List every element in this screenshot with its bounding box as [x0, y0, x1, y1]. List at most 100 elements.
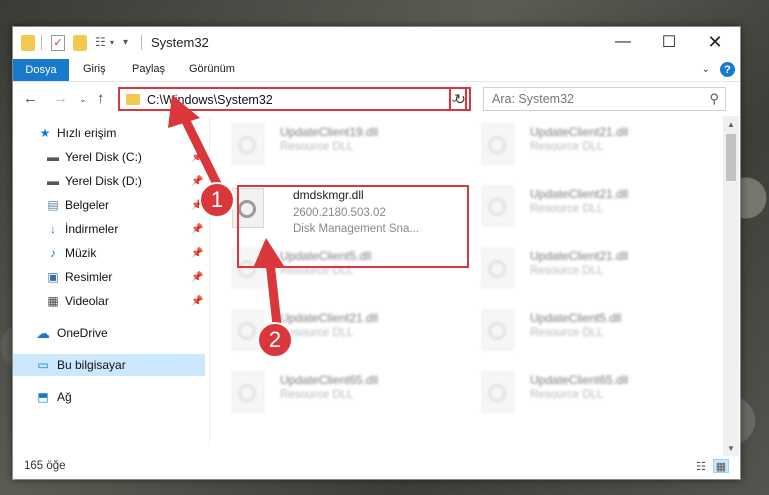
- file-name: UpdateClient65.dll: [280, 373, 379, 387]
- maximize-button[interactable]: ☐: [646, 27, 692, 57]
- file-explorer-window: ✓ ☷ ▾ ▾ System32 — ☐ ✕ Dosya Giriş Payla…: [12, 26, 741, 480]
- sidebar-item-pictures[interactable]: ▣ Resimler 📌: [13, 266, 205, 288]
- file-description: Resource DLL: [530, 141, 604, 153]
- music-icon: ♪: [50, 246, 56, 260]
- drive-icon: ▬: [47, 150, 59, 164]
- computer-icon: ▭: [37, 358, 49, 372]
- pin-icon[interactable]: 📌: [191, 224, 203, 235]
- sidebar-item-music[interactable]: ♪ Müzik 📌: [13, 242, 205, 264]
- back-button[interactable]: ←: [23, 90, 38, 107]
- search-icon[interactable]: ⚲: [709, 91, 719, 107]
- file-tile[interactable]: UpdateClient19.dll Resource DLL: [218, 116, 458, 172]
- file-tile[interactable]: UpdateClient21.dll Resource DLL: [218, 302, 458, 358]
- step-badge-2: 2: [257, 322, 293, 358]
- title-bar: ✓ ☷ ▾ ▾ System32 — ☐ ✕: [13, 27, 740, 59]
- dll-file-icon: [482, 248, 514, 288]
- recent-locations-icon[interactable]: ⌄: [79, 94, 87, 105]
- sidebar-item-onedrive[interactable]: ☁ OneDrive: [13, 322, 205, 344]
- scroll-down-icon[interactable]: ▼: [723, 440, 739, 456]
- sidebar-item-label: Bu bilgisayar: [57, 358, 126, 372]
- folder-icon: [126, 94, 140, 105]
- file-name: UpdateClient21.dll: [530, 249, 629, 263]
- dll-file-icon: [232, 372, 264, 412]
- sidebar-item-label: Yerel Disk (D:): [65, 174, 142, 188]
- pin-icon[interactable]: 📌: [191, 152, 203, 163]
- sidebar-item-label: Ağ: [57, 390, 72, 404]
- properties-icon[interactable]: ✓: [51, 35, 65, 51]
- file-tile[interactable]: UpdateClient21.dll Resource DLL: [468, 178, 708, 234]
- refresh-button[interactable]: ↻: [449, 87, 471, 111]
- address-path[interactable]: C:\Windows\System32: [147, 93, 273, 107]
- navigation-bar: ← → ⌄ ↑ C:\Windows\System32 ⌄ ↻ Ara: Sys…: [13, 82, 740, 116]
- file-name: UpdateClient5.dll: [530, 311, 622, 325]
- list-view-icon[interactable]: ☷: [95, 35, 109, 51]
- customize-toolbar-icon[interactable]: ▾: [123, 35, 133, 51]
- dll-file-icon: [482, 124, 514, 164]
- expand-ribbon-icon[interactable]: ⌄: [702, 64, 710, 75]
- ribbon-tabs: Dosya Giriş Paylaş Görünüm ⌄ ?: [13, 59, 740, 82]
- sidebar-item-local-disk-d[interactable]: ▬ Yerel Disk (D:) 📌: [13, 170, 205, 192]
- file-description: Resource DLL: [530, 265, 604, 277]
- tab-share[interactable]: Paylaş: [132, 63, 165, 75]
- forward-button[interactable]: →: [53, 90, 68, 107]
- sidebar-item-label: Yerel Disk (C:): [65, 150, 142, 164]
- file-description: Resource DLL: [280, 389, 354, 401]
- file-name: UpdateClient21.dll: [280, 311, 379, 325]
- tab-view[interactable]: Görünüm: [189, 63, 235, 75]
- pin-icon[interactable]: 📌: [191, 272, 203, 283]
- dll-file-icon: [482, 186, 514, 226]
- file-description: Resource DLL: [530, 327, 604, 339]
- divider: [141, 35, 142, 50]
- file-tile[interactable]: UpdateClient65.dll Resource DLL: [468, 364, 708, 420]
- sidebar-item-label: Müzik: [65, 246, 97, 260]
- up-button[interactable]: ↑: [97, 90, 105, 107]
- help-icon[interactable]: ?: [720, 62, 735, 77]
- chevron-down-icon[interactable]: ▾: [110, 35, 118, 51]
- file-tile[interactable]: UpdateClient5.dll Resource DLL: [468, 302, 708, 358]
- sidebar-item-documents[interactable]: ▤ Belgeler 📌: [13, 194, 205, 216]
- vertical-scrollbar[interactable]: ▲ ▼: [723, 116, 739, 456]
- tiles-view-icon[interactable]: ▦: [713, 459, 729, 473]
- cloud-icon: ☁: [36, 324, 50, 341]
- dll-file-icon: [232, 124, 264, 164]
- step-badge-1: 1: [199, 182, 235, 218]
- scroll-thumb[interactable]: [726, 134, 736, 181]
- file-highlight-box: [237, 185, 469, 268]
- item-count: 165 öğe: [24, 460, 66, 472]
- file-tile[interactable]: UpdateClient21.dll Resource DLL: [468, 116, 708, 172]
- minimize-button[interactable]: —: [600, 27, 646, 57]
- file-name: UpdateClient21.dll: [530, 187, 629, 201]
- sidebar-item-local-disk-c[interactable]: ▬ Yerel Disk (C:) 📌: [13, 146, 205, 168]
- tab-home[interactable]: Giriş: [83, 63, 106, 75]
- new-folder-icon[interactable]: [73, 35, 87, 51]
- sidebar-item-network[interactable]: ⬒ Ağ: [13, 386, 205, 408]
- file-tile[interactable]: UpdateClient21.dll Resource DLL: [468, 240, 708, 296]
- close-button[interactable]: ✕: [692, 27, 738, 57]
- pin-icon[interactable]: 📌: [191, 296, 203, 307]
- network-icon: ⬒: [37, 390, 49, 404]
- sidebar-item-label: İndirmeler: [65, 222, 119, 236]
- folder-icon: [21, 35, 35, 51]
- sidebar-item-label: Videolar: [65, 294, 109, 308]
- sidebar-item-downloads[interactable]: ↓ İndirmeler 📌: [13, 218, 205, 240]
- sidebar-item-label: Resimler: [65, 270, 113, 284]
- star-icon: ★: [39, 126, 51, 140]
- pin-icon[interactable]: 📌: [191, 248, 203, 259]
- scroll-up-icon[interactable]: ▲: [723, 116, 739, 132]
- sidebar-item-videos[interactable]: ▦ Videolar 📌: [13, 290, 205, 312]
- sidebar-item-label: OneDrive: [57, 326, 108, 340]
- download-icon: ↓: [50, 222, 56, 236]
- divider: [41, 35, 42, 50]
- details-view-icon[interactable]: ☷: [693, 459, 709, 473]
- search-input[interactable]: Ara: System32 ⚲: [483, 87, 726, 111]
- file-tile[interactable]: UpdateClient65.dll Resource DLL: [218, 364, 458, 420]
- file-name: UpdateClient19.dll: [280, 125, 379, 139]
- file-description: Resource DLL: [530, 389, 604, 401]
- sidebar-item-this-pc[interactable]: ▭ Bu bilgisayar: [13, 354, 205, 376]
- pin-icon[interactable]: 📌: [191, 176, 203, 187]
- file-description: Resource DLL: [280, 141, 354, 153]
- tab-file[interactable]: Dosya: [13, 59, 69, 81]
- address-bar[interactable]: C:\Windows\System32 ⌄: [118, 87, 467, 111]
- sidebar-item-label: Belgeler: [65, 198, 110, 212]
- sidebar-item-quick-access[interactable]: ★ Hızlı erişim: [13, 122, 205, 144]
